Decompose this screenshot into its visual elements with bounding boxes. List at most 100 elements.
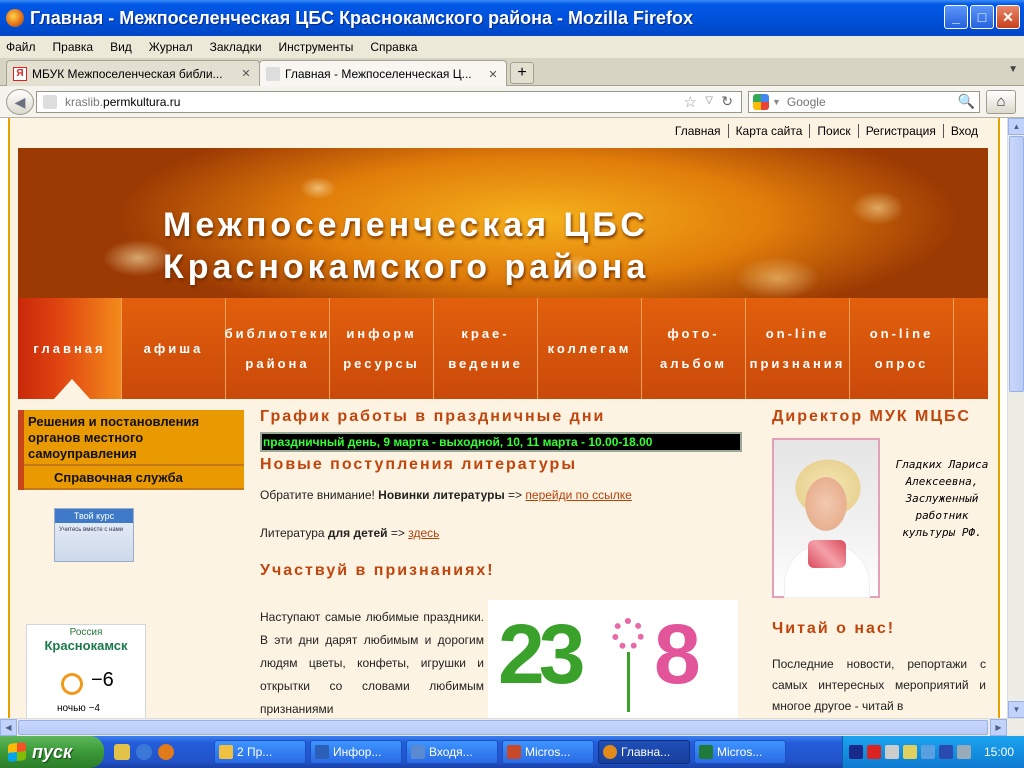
nav-photo-album[interactable]: фото-альбом <box>642 298 746 399</box>
reload-icon[interactable]: ↻ <box>721 93 733 110</box>
menu-file[interactable]: Файл <box>6 40 36 54</box>
nav-afisha[interactable]: афиша <box>122 298 226 399</box>
firefox-icon <box>603 745 617 759</box>
system-tray: 15:00 <box>842 736 1024 768</box>
minimize-button[interactable]: _ <box>944 5 968 29</box>
taskbar-firefox[interactable]: Главна... <box>598 740 690 764</box>
nav-main[interactable]: главная <box>18 298 122 399</box>
search-icon[interactable]: 🔍 <box>958 93 975 110</box>
hscroll-thumb[interactable] <box>18 720 988 735</box>
vertical-scrollbar[interactable]: ▲ ▼ <box>1007 118 1024 718</box>
tray-icon-volume[interactable] <box>957 745 971 759</box>
holiday-poster[interactable]: 23 8 <box>488 600 738 718</box>
nav-online-confessions[interactable]: on-line признания <box>746 298 850 399</box>
horizontal-scrollbar[interactable]: ◀ ▶ <box>0 718 1024 736</box>
taskbar-excel[interactable]: Micros... <box>694 740 786 764</box>
page-viewport: Главная Карта сайта Поиск Регистрация Вх… <box>0 118 1024 718</box>
link-register[interactable]: Регистрация <box>859 124 944 138</box>
taskbar: пуск 2 Пр... Инфор... Входя... Micros...… <box>0 736 1024 768</box>
tab-list-icon[interactable]: ▼ <box>1008 64 1018 75</box>
weather-widget[interactable]: Россия Краснокамск −6 ночью −4 <box>26 624 146 718</box>
close-button[interactable]: ✕ <box>996 5 1020 29</box>
link-sitemap[interactable]: Карта сайта <box>729 124 811 138</box>
director-photo <box>772 438 880 598</box>
tab-label: МБУК Межпоселенческая библи... <box>32 66 223 81</box>
start-button[interactable]: пуск <box>0 736 104 768</box>
page-frame: Главная Карта сайта Поиск Регистрация Вх… <box>8 118 1000 718</box>
media-player-icon[interactable] <box>158 744 174 760</box>
menu-edit[interactable]: Правка <box>53 40 94 54</box>
bookmark-star-icon[interactable]: ☆ <box>684 93 697 111</box>
link-login[interactable]: Вход <box>944 124 978 138</box>
nav-online-poll[interactable]: on-line опрос <box>850 298 954 399</box>
scroll-up-icon[interactable]: ▲ <box>1008 118 1024 135</box>
new-literature-title: Новые поступления литературы <box>260 456 577 473</box>
nav-libraries[interactable]: библиотеки района <box>225 298 330 399</box>
taskbar-inbox[interactable]: Входя... <box>406 740 498 764</box>
navigation-bar: ◀ kraslib.permkultura.ru ☆ ▽ ↻ ▼ 🔍 ⌂ <box>0 86 1024 118</box>
menu-bookmarks[interactable]: Закладки <box>210 40 262 54</box>
left-menu-reference[interactable]: Справочная служба <box>24 466 244 490</box>
maximize-button[interactable]: □ <box>970 5 994 29</box>
url-bar[interactable]: kraslib.permkultura.ru ☆ ▽ ↻ <box>36 91 742 113</box>
taskbar-folders[interactable]: 2 Пр... <box>214 740 306 764</box>
clock: 15:00 <box>983 745 1014 759</box>
tab-main[interactable]: Главная - Межпоселенческая Ц... ✕ <box>259 60 507 87</box>
children-literature-link[interactable]: здесь <box>408 526 439 540</box>
participate-title: Участвуй в признаниях! <box>260 562 495 579</box>
nav-local-history[interactable]: крае-ведение <box>434 298 538 399</box>
weather-night: ночью −4 <box>57 703 100 714</box>
desktop-icon[interactable] <box>114 744 130 760</box>
read-about-us-title: Читай о нас! <box>772 620 896 637</box>
scroll-right-icon[interactable]: ▶ <box>990 719 1007 736</box>
link-home[interactable]: Главная <box>668 124 729 138</box>
site-banner: Межпоселенческая ЦБС Краснокамского райо… <box>18 148 988 298</box>
web-page: Главная Карта сайта Поиск Регистрация Вх… <box>0 118 1007 718</box>
site-identity-icon[interactable] <box>43 95 57 109</box>
tray-icon-lang[interactable] <box>939 745 953 759</box>
left-menu-decisions[interactable]: Решения и постановления органов местного… <box>24 410 244 466</box>
menu-view[interactable]: Вид <box>110 40 132 54</box>
tray-icon-player[interactable] <box>849 745 863 759</box>
tray-icon-disk[interactable] <box>903 745 917 759</box>
search-input[interactable] <box>786 95 957 109</box>
nav-colleagues[interactable]: коллегам <box>538 298 642 399</box>
tab-mbuk[interactable]: Я МБУК Межпоселенческая библи... ✕ <box>6 60 260 86</box>
home-button[interactable]: ⌂ <box>986 90 1016 114</box>
menu-tools[interactable]: Инструменты <box>279 40 354 54</box>
left-column: Решения и постановления органов местного… <box>18 410 244 718</box>
scroll-left-icon[interactable]: ◀ <box>0 719 17 736</box>
director-title: Директор МУК МЦБС <box>772 408 971 425</box>
tab-label: Главная - Межпоселенческая Ц... <box>285 67 472 81</box>
tray-icon-kaspersky[interactable] <box>867 745 881 759</box>
nav-end <box>954 298 988 399</box>
scroll-thumb[interactable] <box>1009 136 1024 392</box>
page-icon <box>266 67 280 81</box>
menu-history[interactable]: Журнал <box>149 40 193 54</box>
search-bar[interactable]: ▼ 🔍 <box>748 91 980 113</box>
link-search[interactable]: Поиск <box>810 124 859 138</box>
scroll-down-icon[interactable]: ▼ <box>1008 701 1024 718</box>
ie-icon[interactable] <box>136 744 152 760</box>
participate-block: Наступают самые любимые праздники. В эти… <box>260 600 745 718</box>
top-links: Главная Карта сайта Поиск Регистрация Вх… <box>668 124 978 138</box>
new-tab-button[interactable]: + <box>510 62 534 84</box>
quick-launch <box>114 744 174 760</box>
tab-close-icon[interactable]: ✕ <box>239 67 253 80</box>
flower-icon <box>612 618 644 650</box>
google-icon[interactable] <box>753 94 769 110</box>
url-dropdown-icon[interactable]: ▽ <box>705 95 713 106</box>
menu-help[interactable]: Справка <box>370 40 417 54</box>
title-bar: Главная - Межпоселенческая ЦБС Краснокам… <box>0 0 1024 36</box>
back-button[interactable]: ◀ <box>6 89 34 115</box>
tray-icon-usb[interactable] <box>885 745 899 759</box>
taskbar-word[interactable]: Инфор... <box>310 740 402 764</box>
kurs-banner[interactable]: Твой курс Учитесь вместе с нами <box>54 508 134 562</box>
taskbar-powerpoint[interactable]: Micros... <box>502 740 594 764</box>
search-engine-dropdown-icon[interactable]: ▼ <box>772 97 781 107</box>
banner-title: Межпоселенческая ЦБС Краснокамского райо… <box>163 206 650 286</box>
tab-close-icon[interactable]: ✕ <box>486 68 500 81</box>
nav-info-resources[interactable]: информ ресурсы <box>330 298 434 399</box>
tray-icon-network[interactable] <box>921 745 935 759</box>
new-literature-link[interactable]: перейди по ссылке <box>525 488 631 502</box>
